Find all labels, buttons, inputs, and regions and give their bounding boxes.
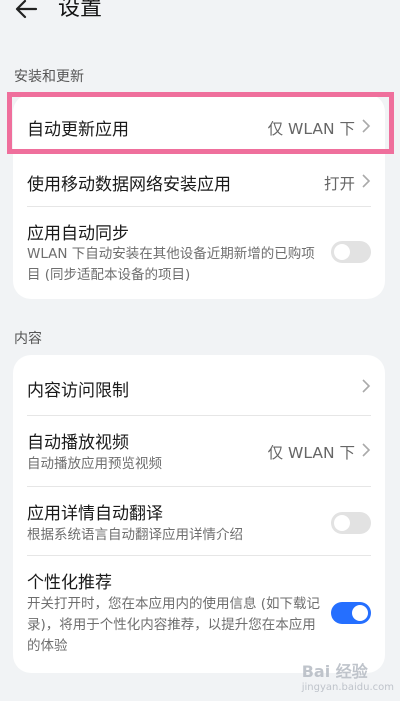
row-title: 个性化推荐: [27, 573, 112, 593]
row-subtitle: 根据系统语言自动翻译应用详情介绍: [27, 527, 243, 543]
toggle-knob: [352, 605, 368, 621]
row-subtitle: 开关打开时，您在本应用内的使用信息 (如下载记录)，将用于个性化内容推荐，以提升…: [27, 596, 321, 654]
row-title: 自动播放视频: [27, 433, 129, 453]
row-personalized-recommendation[interactable]: 个性化推荐 开关打开时，您在本应用内的使用信息 (如下载记录)，将用于个性化内容…: [13, 556, 385, 673]
toggle-knob: [334, 515, 350, 531]
row-auto-play-video[interactable]: 自动播放视频 自动播放应用预览视频 仅 WLAN 下: [13, 416, 385, 486]
back-arrow-icon[interactable]: [12, 0, 42, 24]
row-value: 打开: [323, 175, 355, 193]
personalized-recommendation-toggle[interactable]: [331, 602, 371, 624]
row-title: 应用自动同步: [27, 224, 129, 244]
section-title-install-update: 安装和更新: [14, 69, 84, 85]
top-bar: 设置: [0, 0, 400, 34]
row-content-access-restriction[interactable]: 内容访问限制: [13, 355, 385, 415]
watermark-text: Bai 经验: [301, 662, 368, 681]
row-subtitle: WLAN 下自动安装在其他设备近期新增的已购项目 (同步适配本设备的项目): [27, 246, 315, 283]
chevron-right-icon: [362, 174, 371, 188]
watermark-sub: jingyan.baidu.com: [301, 682, 394, 693]
row-title: 使用移动数据网络安装应用: [27, 175, 231, 195]
row-auto-translate-details[interactable]: 应用详情自动翻译 根据系统语言自动翻译应用详情介绍: [13, 487, 385, 555]
row-app-auto-sync[interactable]: 应用自动同步 WLAN 下自动安装在其他设备近期新增的已购项目 (同步适配本设备…: [13, 207, 385, 299]
chevron-right-icon: [362, 379, 371, 393]
toggle-knob: [334, 244, 350, 260]
watermark: Bai 经验 jingyan.baidu.com: [302, 658, 394, 693]
card-content: 内容访问限制 自动播放视频 自动播放应用预览视频 仅 WLAN 下 应用详情自动…: [13, 355, 385, 673]
page-title: 设置: [58, 0, 103, 21]
row-mobile-data-install[interactable]: 使用移动数据网络安装应用 打开: [13, 156, 385, 206]
chevron-right-icon: [362, 443, 371, 457]
highlight-box: [7, 92, 394, 154]
auto-translate-toggle[interactable]: [331, 512, 371, 534]
row-title: 应用详情自动翻译: [27, 504, 163, 524]
row-title: 内容访问限制: [27, 381, 129, 401]
section-title-content: 内容: [14, 331, 42, 347]
auto-sync-toggle[interactable]: [331, 241, 371, 263]
row-value: 仅 WLAN 下: [267, 444, 355, 462]
